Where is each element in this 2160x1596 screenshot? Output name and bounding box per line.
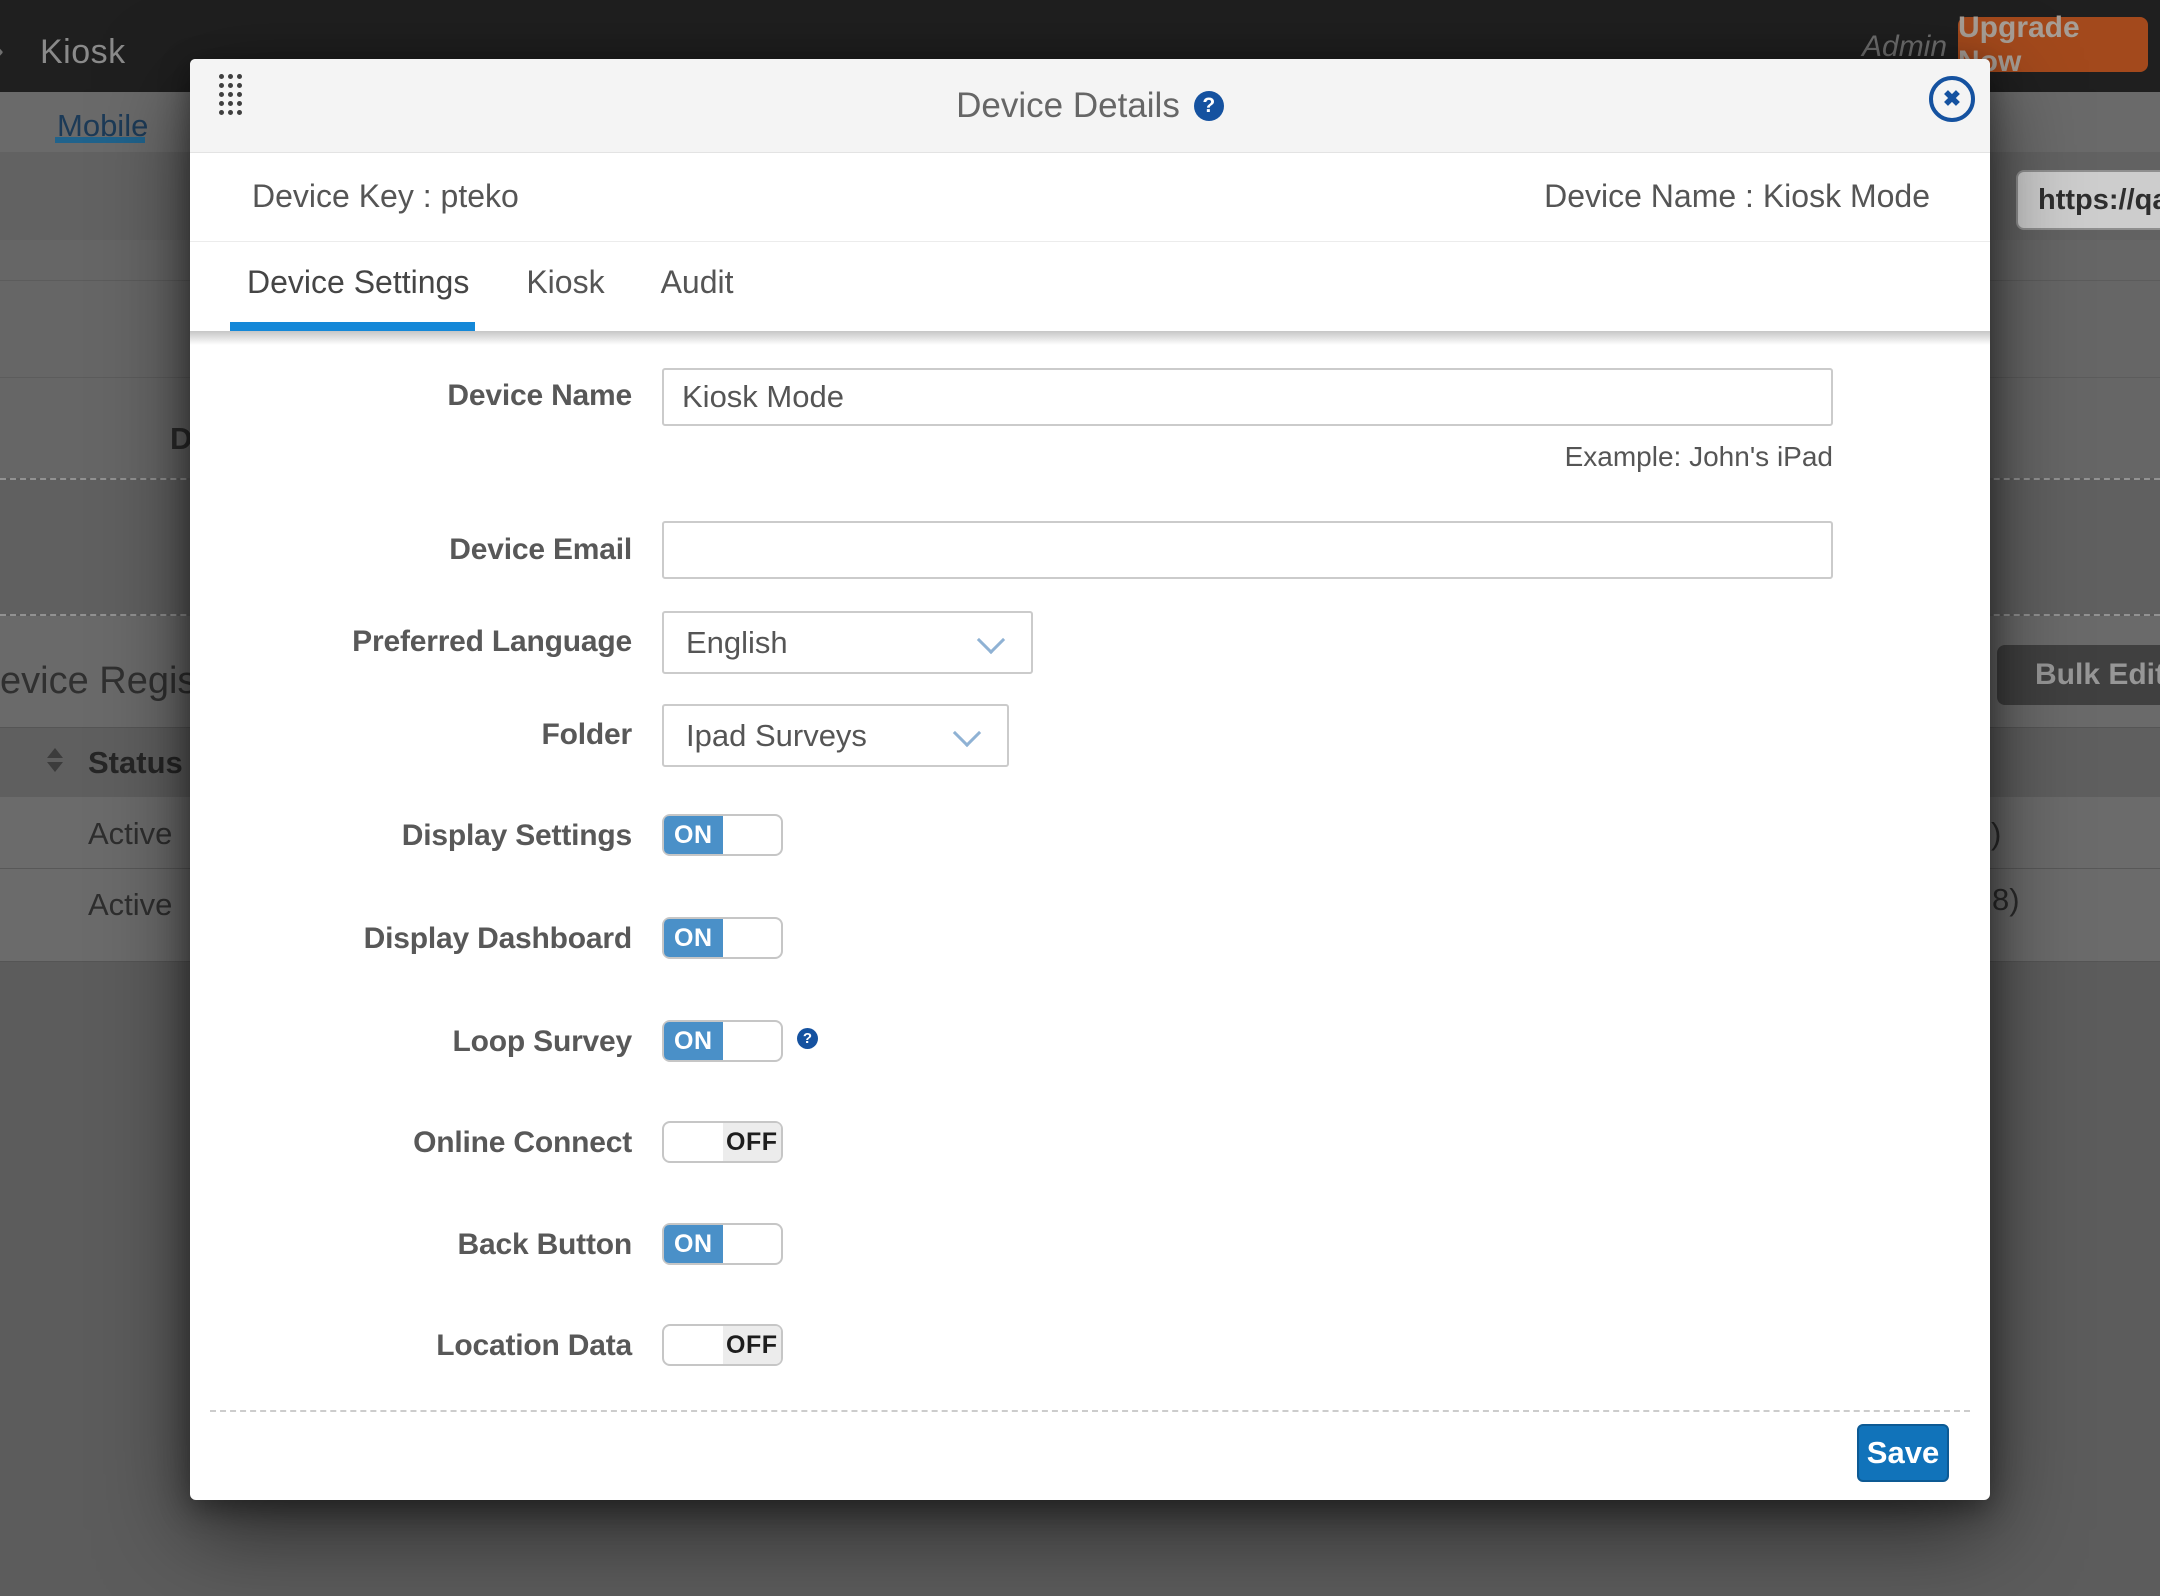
modal-title: Device Details — [956, 86, 1180, 126]
footer-dashed-divider — [210, 1410, 1970, 1412]
toggle-state: OFF — [723, 1123, 782, 1161]
table-cell-status: Active — [88, 816, 172, 852]
toggle-state: ON — [664, 919, 723, 957]
table-cell-fragment: ) — [1991, 816, 2001, 852]
table-cell-status: Active — [88, 887, 172, 923]
chevron-down-icon — [953, 719, 981, 747]
device-info-row: Device Key : pteko Device Name : Kiosk M… — [190, 152, 1990, 241]
online-connect-label: Online Connect — [190, 1122, 632, 1164]
folder-value: Ipad Surveys — [686, 718, 867, 754]
preferred-language-select[interactable]: English — [662, 611, 1033, 674]
table-cell-fragment: 8) — [1992, 882, 2020, 918]
online-connect-toggle[interactable]: OFF — [662, 1121, 783, 1163]
sort-icon[interactable] — [47, 748, 63, 772]
device-name-helper-text: Example: John's iPad — [1565, 441, 1833, 473]
close-icon[interactable]: ✖ — [1929, 76, 1975, 122]
modal-header: Device Details ? ✖ — [190, 59, 1990, 153]
device-name-label: Device Name — [190, 375, 632, 417]
mobile-tab-underline — [55, 137, 145, 143]
loop-survey-label: Loop Survey — [190, 1021, 632, 1063]
modal-tabs: Device Settings Kiosk Audit — [190, 241, 1990, 323]
chevron-down-icon — [977, 626, 1005, 654]
display-dashboard-toggle[interactable]: ON — [662, 917, 783, 959]
device-registrations-heading: evice Registr — [0, 660, 220, 703]
back-button-toggle[interactable]: ON — [662, 1223, 783, 1265]
display-settings-label: Display Settings — [190, 815, 632, 857]
tab-kiosk[interactable]: Kiosk — [526, 264, 604, 301]
tab-audit[interactable]: Audit — [661, 264, 734, 301]
save-button[interactable]: Save — [1857, 1424, 1949, 1482]
toggle-state: ON — [664, 1022, 723, 1060]
device-name-input[interactable] — [662, 368, 1833, 426]
status-column-header[interactable]: Status — [88, 745, 183, 781]
active-tab-underline — [230, 322, 475, 331]
bulk-edit-devices-button[interactable]: Bulk Edit Dev — [1997, 645, 2160, 705]
toggle-state: OFF — [723, 1326, 782, 1364]
loop-survey-toggle[interactable]: ON — [662, 1020, 783, 1062]
back-button-label: Back Button — [190, 1224, 632, 1266]
page-title: Kiosk — [40, 33, 126, 72]
display-dashboard-label: Display Dashboard — [190, 918, 632, 960]
toggle-state: ON — [664, 1225, 723, 1263]
device-email-label: Device Email — [190, 529, 632, 571]
preferred-language-label: Preferred Language — [190, 621, 632, 663]
tab-device-settings[interactable]: Device Settings — [247, 264, 469, 301]
help-icon[interactable]: ? — [1194, 91, 1224, 121]
preferred-language-value: English — [686, 625, 788, 661]
device-key-text: Device Key : pteko — [252, 178, 519, 215]
toggle-state: ON — [664, 816, 723, 854]
device-details-modal: Device Details ? ✖ Device Key : pteko De… — [190, 59, 1990, 1500]
location-data-label: Location Data — [190, 1325, 632, 1367]
folder-select[interactable]: Ipad Surveys — [662, 704, 1009, 767]
device-name-text: Device Name : Kiosk Mode — [1544, 178, 1930, 215]
url-input[interactable]: https://qa. — [2016, 170, 2160, 230]
folder-label: Folder — [190, 714, 632, 756]
breadcrumb-chevron-icon: › — [0, 28, 4, 73]
device-email-input[interactable] — [662, 521, 1833, 579]
help-icon[interactable]: ? — [797, 1028, 818, 1049]
display-settings-toggle[interactable]: ON — [662, 814, 783, 856]
tab-bar-shadow — [190, 331, 1990, 345]
location-data-toggle[interactable]: OFF — [662, 1324, 783, 1366]
